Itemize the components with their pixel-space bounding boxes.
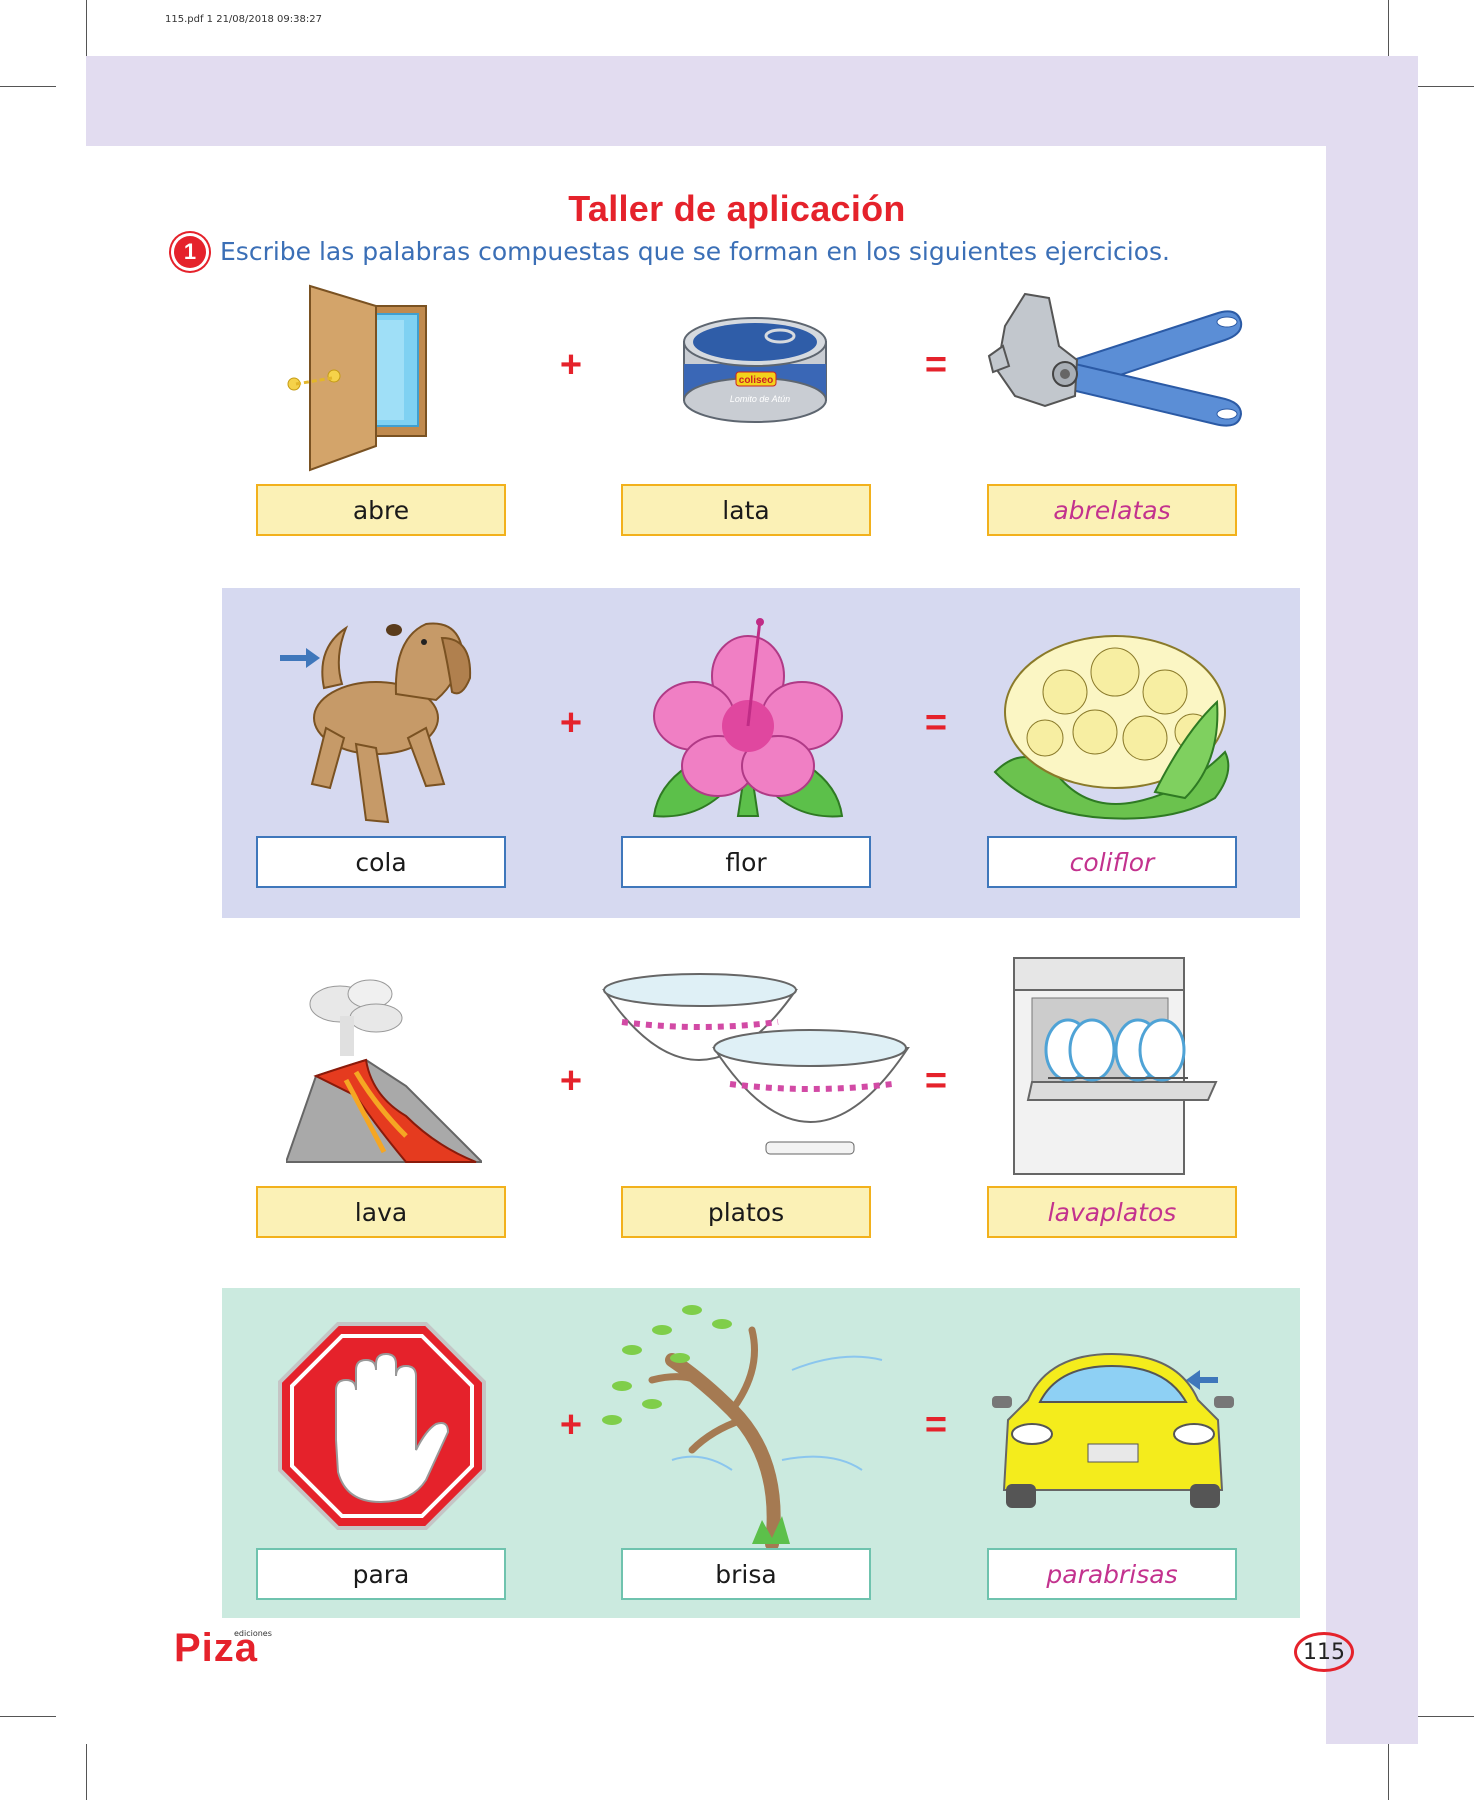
equals-operator: =: [924, 344, 948, 386]
word-box-1: abre: [256, 484, 506, 536]
page-title: Taller de aplicación: [568, 188, 906, 229]
plus-operator: +: [559, 702, 583, 744]
volcano-icon: [286, 979, 482, 1163]
door-icon: [287, 284, 427, 472]
answer-box[interactable]: abrelatas: [987, 484, 1237, 536]
tuna-can-icon: coliseo Lomito de Atún: [683, 317, 827, 423]
word-box-2: platos: [621, 1186, 871, 1238]
crop-mark: [0, 86, 56, 87]
crop-mark: [1418, 86, 1474, 87]
crop-mark: [86, 0, 87, 56]
word-box-2: brisa: [621, 1548, 871, 1600]
answer-box[interactable]: parabrisas: [987, 1548, 1237, 1600]
page-band-top: [86, 56, 1418, 146]
plus-operator: +: [559, 1404, 583, 1446]
equals-operator: =: [924, 1404, 948, 1446]
equals-operator: =: [924, 702, 948, 744]
can-caption-label: Lomito de Atún: [730, 394, 790, 404]
answer-box[interactable]: lavaplatos: [987, 1186, 1237, 1238]
hibiscus-flower-icon: [652, 618, 844, 818]
dog-tail-icon: [280, 622, 472, 824]
word-box-1: para: [256, 1548, 506, 1600]
bowls-icon: [602, 973, 910, 1155]
plus-operator: +: [559, 344, 583, 386]
crop-mark: [1388, 0, 1389, 56]
exercise-instruction: Escribe las palabras compuestas que se f…: [220, 237, 1170, 266]
word-box-2: lata: [621, 484, 871, 536]
can-opener-icon: [987, 292, 1243, 427]
crop-mark: [0, 1716, 56, 1717]
crop-mark: [86, 1744, 87, 1800]
equals-operator: =: [924, 1060, 948, 1102]
crop-mark: [1418, 1716, 1474, 1717]
exercise-number: 1: [174, 236, 206, 268]
cauliflower-icon: [993, 635, 1230, 820]
page-band-right: [1326, 56, 1418, 1744]
dishwasher-icon: [1013, 957, 1218, 1175]
print-meta: 115.pdf 1 21/08/2018 09:38:27: [165, 14, 322, 25]
plus-operator: +: [559, 1060, 583, 1102]
stop-hand-icon: [278, 1322, 486, 1530]
page-number: 115: [1294, 1632, 1354, 1672]
word-box-2: flor: [621, 836, 871, 888]
answer-box[interactable]: coliflor: [987, 836, 1237, 888]
word-box-1: cola: [256, 836, 506, 888]
car-windshield-icon: [992, 1352, 1234, 1508]
crop-mark: [1388, 1744, 1389, 1800]
publisher-logo-subtitle: ediciones: [234, 1629, 272, 1638]
can-brand-label: coliseo: [739, 375, 773, 386]
word-box-1: lava: [256, 1186, 506, 1238]
windy-tree-icon: [602, 1305, 883, 1550]
